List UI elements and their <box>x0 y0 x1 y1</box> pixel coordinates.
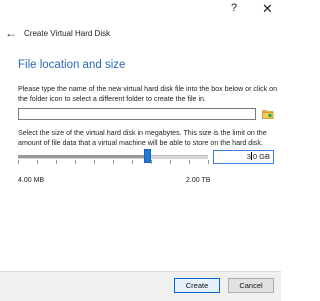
size-input[interactable]: 30 GB <box>213 150 274 164</box>
size-description: Select the size of the virtual hard disk… <box>18 129 267 147</box>
slider-ticks <box>18 160 209 166</box>
help-icon[interactable]: ? <box>231 2 237 14</box>
section-title: File location and size <box>18 59 126 71</box>
slider-tick <box>208 160 209 164</box>
slider-tick <box>151 160 152 164</box>
text-cursor <box>250 152 252 160</box>
cancel-button[interactable]: Cancel <box>228 278 274 293</box>
slider-tick <box>56 160 57 164</box>
folder-icon[interactable] <box>262 108 274 120</box>
slider-fill <box>18 155 148 158</box>
slider-tick <box>170 160 171 164</box>
slider-min-label: 4.00 MB <box>18 177 45 184</box>
slider-max-label: 2.00 TB <box>186 177 211 184</box>
slider-tick <box>132 160 133 164</box>
size-value-after-cursor: 0 GB <box>252 152 270 161</box>
title-bar: ? ✕ <box>0 0 281 20</box>
slider-tick <box>75 160 76 164</box>
back-arrow-icon[interactable]: ← <box>5 26 17 40</box>
wizard-title: Create Virtual Hard Disk <box>24 29 111 38</box>
close-icon[interactable]: ✕ <box>262 1 273 17</box>
slider-tick <box>18 160 19 164</box>
location-description: Please type the name of the new virtual … <box>18 85 278 103</box>
file-path-input[interactable] <box>18 108 256 120</box>
slider-tick <box>37 160 38 164</box>
wizard-header: ← Create Virtual Hard Disk <box>0 24 281 44</box>
create-button[interactable]: Create <box>174 278 220 293</box>
slider-tick <box>113 160 114 164</box>
button-bar: Create Cancel <box>0 271 281 301</box>
slider-tick <box>189 160 190 164</box>
slider-tick <box>94 160 95 164</box>
